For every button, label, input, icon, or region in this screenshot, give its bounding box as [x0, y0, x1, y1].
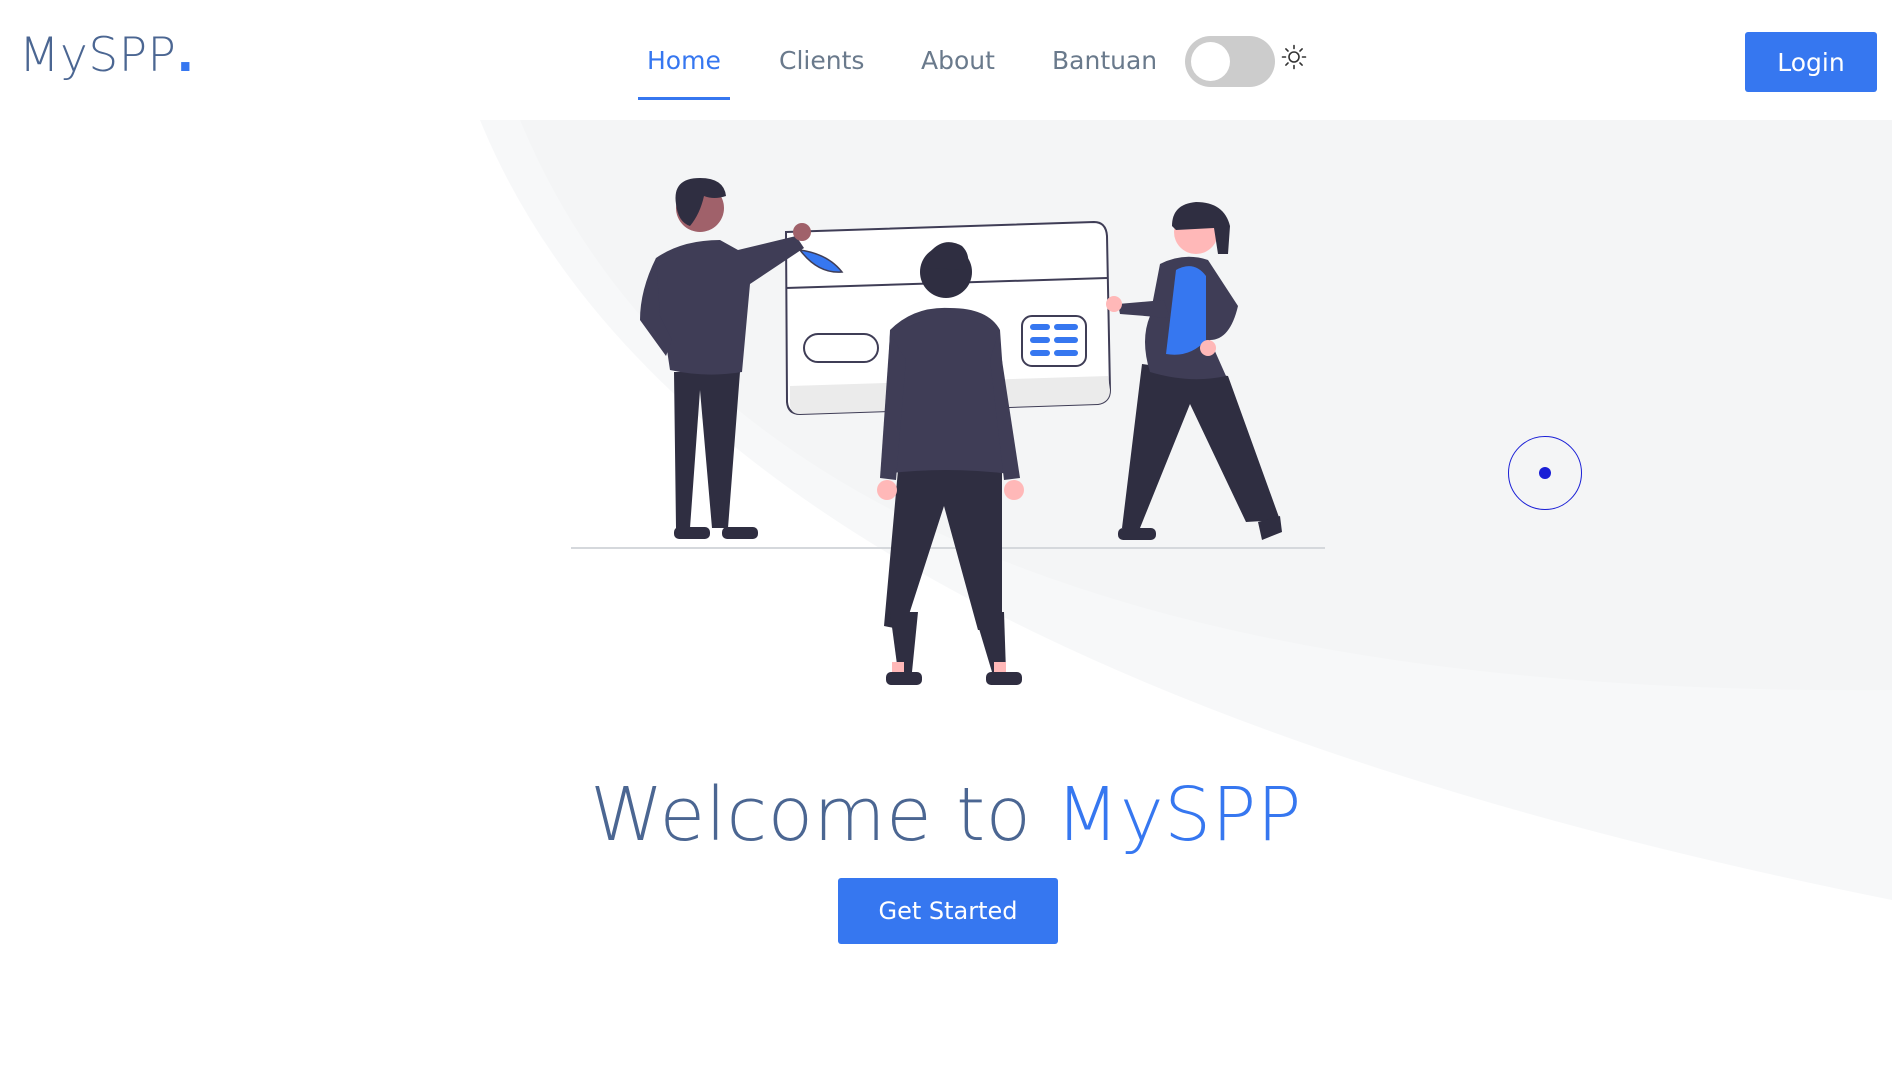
login-button[interactable]: Login [1745, 32, 1877, 92]
nav-home[interactable]: Home [647, 46, 721, 75]
brand-logo[interactable]: MySPP. [19, 28, 195, 83]
nav-about[interactable]: About [921, 46, 995, 75]
theme-toggle[interactable] [1185, 36, 1275, 87]
top-navbar: MySPP. Home Clients About Bantuan Login [0, 0, 1892, 110]
get-started-button[interactable]: Get Started [838, 878, 1058, 944]
logo-text: MySPP [19, 28, 177, 83]
hero-title: Welcome to MySPP [0, 772, 1892, 858]
nav-clients[interactable]: Clients [779, 46, 864, 75]
hero-title-brand: MySPP [1055, 772, 1302, 858]
cursor-dot [1539, 467, 1551, 479]
logo-dot: . [176, 28, 195, 83]
hero-illustration [571, 178, 1325, 685]
right-person-illustration [1106, 202, 1282, 540]
hero-title-prefix: Welcome to [590, 772, 1056, 858]
sun-icon [1281, 44, 1307, 70]
toggle-knob [1191, 42, 1230, 81]
nav-active-indicator [638, 97, 730, 100]
nav-bantuan[interactable]: Bantuan [1052, 46, 1157, 75]
